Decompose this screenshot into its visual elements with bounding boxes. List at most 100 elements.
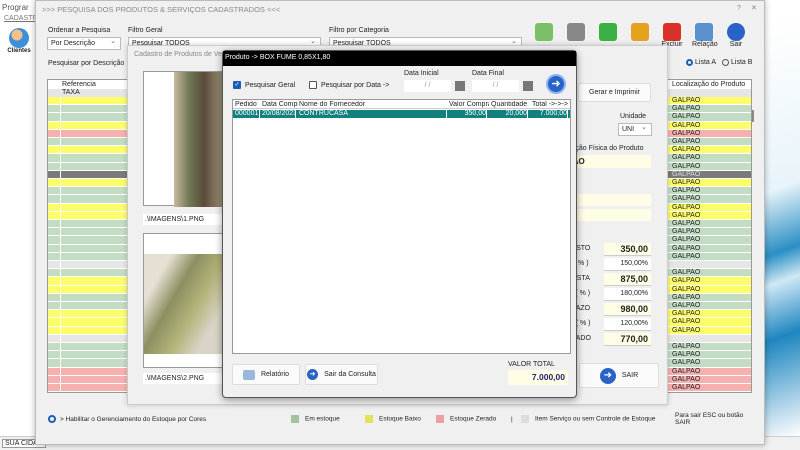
price-field[interactable]: 180,00% [604,288,651,301]
data-inicial-input[interactable]: / / [404,80,451,92]
field-2[interactable] [568,209,651,221]
em-estoque-swatch [291,415,299,423]
field-1[interactable] [568,194,651,206]
ordenar-label: Ordenar a Pesquisa [48,27,111,34]
column-header[interactable]: Nome do Fornecedor [299,101,449,108]
cell: 350,00 [449,110,487,118]
sair-label: SAIR [621,372,639,379]
row-localizacao: GALPAO [672,228,701,236]
edit-document-icon [631,23,649,41]
estoque-zerado-label: Estoque Zerado [450,415,497,423]
produto-modal: Produto -> BOX FUME 0,85X1,80 ✓ Pesquisa… [222,50,577,398]
column-header[interactable]: Quantidade [491,101,530,108]
row-localizacao: GALPAO [672,187,701,195]
localizacao-fisica-field[interactable]: PAO [568,155,651,168]
column-header[interactable]: Data Compra [262,101,298,108]
relatorio-button[interactable]: Relatório [232,364,300,385]
pesquisar-data-checkbox[interactable]: Pesquisar por Data -> [309,81,389,89]
sair-hint: Para sair ESC ou botão SAIR [675,412,744,426]
data-final-input[interactable]: / / [472,80,519,92]
row-localizacao: GALPAO [672,138,701,145]
price-field[interactable]: 120,00% [604,318,651,331]
pesquisar-geral-label: Pesquisar Geral [245,81,296,89]
sair-button[interactable]: ➜ SAIR [579,363,659,388]
grid-header: PedidoData CompraNome do FornecedorValor… [233,100,570,109]
row-localizacao: GALPAO [672,179,701,186]
header-referencia: Referencia [62,81,96,88]
estoque-baixo-label: Estoque Baixo [379,415,421,423]
estoque-zerado-swatch [436,415,444,423]
data-inicial-label: Data Inicial [404,70,439,77]
row-localizacao: GALPAO [672,113,701,121]
exit-arrow-icon: ➜ [599,367,616,384]
clients-icon [9,28,29,48]
printer-icon [695,23,713,41]
column-header[interactable]: Pedido [235,101,262,108]
background-wallpaper [765,22,800,437]
row-localizacao: GALPAO [672,351,701,359]
unidade-label: Unidade [620,113,647,120]
barcode-icon [567,23,585,41]
toolbar-button[interactable]: Sair [724,23,748,48]
clientes-label: Clientes [7,48,31,54]
relatorio-label: Relatório [260,371,289,378]
valor-total-label: VALOR TOTAL [508,361,555,368]
row-localizacao: GALPAO [672,277,701,285]
image1-path[interactable]: .\IMAGENS\1.PNG [143,214,223,225]
add-document-icon [599,23,617,41]
estoque-baixo-swatch [365,415,373,423]
close-button[interactable]: ✕ [751,4,757,12]
header-localizacao: Localização do Produto [672,81,746,88]
calendar-icon[interactable] [523,81,533,91]
row-localizacao: GALPAO [672,302,701,309]
row-localizacao: GALPAO [672,285,701,293]
purchases-grid[interactable]: PedidoData CompraNome do FornecedorValor… [232,99,571,354]
table-row[interactable]: 000001 20/08/2023 CONTRUCASA 350,00 20,000 7.… [233,110,570,118]
cell: 20/08/2023 [262,110,296,118]
sair-consulta-button[interactable]: ➜ Sair da Consulta [305,364,378,385]
em-estoque-label: Em estoque [305,415,340,423]
pesquisar-data-label: Pesquisar por Data -> [321,81,390,89]
price-field[interactable]: 150,00% [604,258,651,271]
search-go-button[interactable]: ➜ [546,74,566,94]
column-header[interactable]: Valor Compra [449,101,489,108]
sair-consulta-label: Sair da Consulta [324,371,376,378]
row-localizacao: GALPAO [672,162,701,170]
unidade-select[interactable]: UNI [618,123,652,136]
row-localizacao: GALPAO [672,375,701,383]
toolbar-button[interactable]: Relação [692,23,718,48]
row-localizacao: GALPAO [672,326,701,334]
row-localizacao: GALPAO [672,105,701,113]
clientes-button[interactable]: Clientes [3,28,35,62]
legend: > Habilitar o Gerenciamento do Estoque p… [48,412,758,426]
calendar-icon[interactable] [455,81,465,91]
app-title: Prograr [2,3,29,12]
row-referencia: TAXA [62,89,80,96]
price-field[interactable]: 770,00 [604,333,651,346]
modal-title: Produto -> BOX FUME 0,85X1,80 [223,51,576,66]
filtro-geral-label: Filtro Geral [128,27,163,34]
image2-path[interactable]: .\IMAGENS\2.PNG [143,373,223,384]
pesquisar-geral-checkbox[interactable]: ✓ Pesquisar Geral [233,81,295,89]
lista-a-radio[interactable]: Lista A [686,59,716,66]
cell: 20,000 [491,110,528,118]
row-localizacao: GALPAO [672,211,701,219]
row-localizacao: GALPAO [672,384,701,391]
price-field[interactable]: 350,00 [604,243,651,256]
habilitar-radio[interactable] [48,415,56,423]
scrollbar-thumb[interactable] [752,110,754,122]
row-localizacao: GALPAO [672,203,701,211]
column-header[interactable]: Total ->->-> [532,101,570,108]
help-button[interactable]: ? [737,5,741,12]
ordenar-select[interactable]: Por Descrição [47,37,121,50]
gerar-imprimir-button[interactable]: Gerar e Imprimir [578,83,651,102]
price-field[interactable]: 980,00 [604,303,651,316]
lista-b-radio[interactable]: Lista B [722,59,752,66]
price-field[interactable]: 875,00 [604,273,651,286]
gerar-imprimir-label: Gerar e Imprimir [589,89,640,96]
row-localizacao: GALPAO [672,170,701,178]
toolbar-label: Relação [692,41,718,48]
exit-arrow-icon [727,23,745,41]
lista-a-label: Lista A [695,59,717,66]
pesquisar-descricao-label: Pesquisar por Descrição [48,60,125,67]
